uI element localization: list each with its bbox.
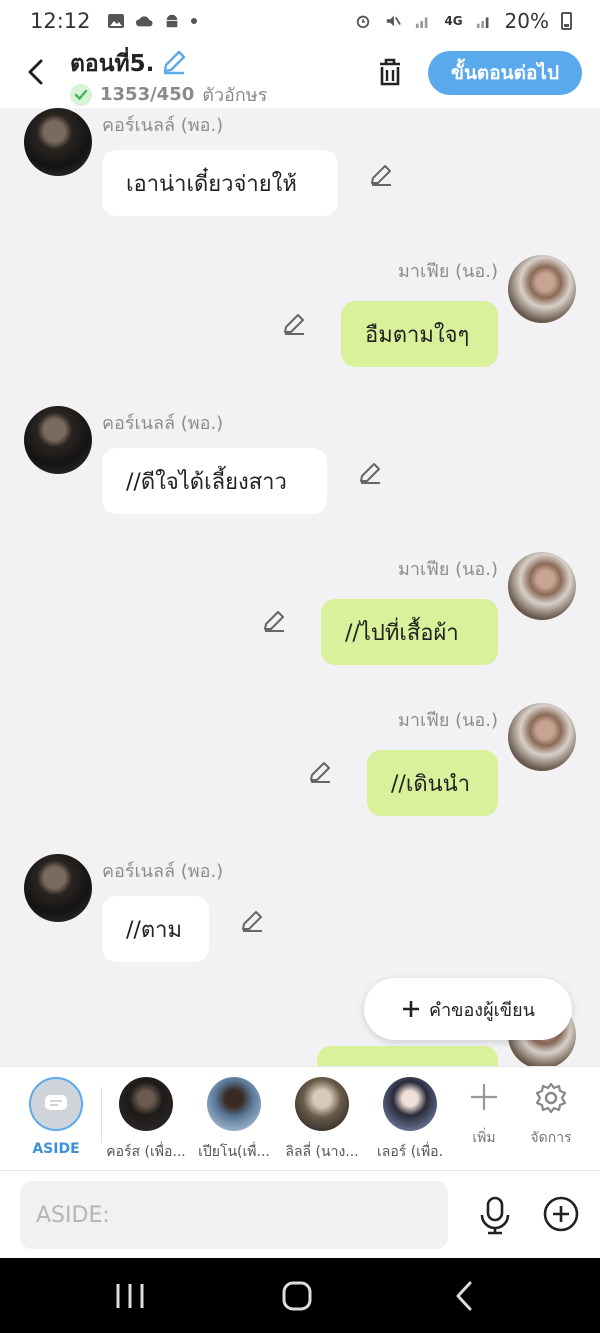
app-header: ตอนที่5. 1353/450 ตัวอักษร ขั้นตอนต่อไป bbox=[0, 42, 600, 108]
edit-message-pencil-icon[interactable] bbox=[239, 908, 265, 934]
signal-icon bbox=[416, 17, 428, 29]
home-icon[interactable] bbox=[277, 1278, 317, 1314]
sender-name: คอร์เนลล์ (พอ.) bbox=[102, 115, 224, 136]
battery-percent: 20% bbox=[504, 9, 549, 33]
sender-name: มาเฟีย (นอ.) bbox=[397, 261, 498, 282]
episode-title: ตอนที่5. bbox=[70, 51, 155, 77]
message-input-bar bbox=[0, 1170, 600, 1258]
character-item[interactable]: เลอร์ (เพื่อ. bbox=[367, 1077, 453, 1163]
system-nav-bar bbox=[0, 1258, 600, 1333]
sender-name: มาเฟีย (นอ.) bbox=[397, 710, 498, 731]
avatar bbox=[119, 1077, 173, 1131]
chat-area[interactable]: คอร์เนลล์ (พอ.) เอาน่าเดี๋ยวจ่ายให้ มาเฟ… bbox=[0, 108, 600, 1066]
check-icon bbox=[70, 83, 92, 106]
add-character-button[interactable]: เพิ่ม bbox=[454, 1081, 514, 1149]
edit-message-pencil-icon[interactable] bbox=[368, 162, 394, 188]
avatar[interactable] bbox=[24, 108, 92, 176]
author-note-label: คำของผู้เขียน bbox=[429, 999, 535, 1021]
alarm-icon bbox=[357, 15, 370, 29]
battery-icon bbox=[561, 12, 572, 30]
author-note-button[interactable]: คำของผู้เขียน bbox=[364, 978, 572, 1040]
message-bubble[interactable]: //ดีใจได้เลี้ยงสาว bbox=[102, 448, 327, 514]
message-bubble[interactable]: //ไปที่เสื้อผ้า bbox=[321, 599, 498, 665]
gallery-icon bbox=[107, 14, 124, 28]
avatar bbox=[295, 1077, 349, 1131]
recent-apps-icon[interactable] bbox=[110, 1278, 150, 1314]
plus-icon bbox=[403, 1001, 420, 1017]
character-item[interactable]: เปียโน(เพื่... bbox=[191, 1077, 277, 1163]
back-nav-icon[interactable] bbox=[445, 1278, 485, 1314]
edit-message-pencil-icon[interactable] bbox=[357, 460, 383, 486]
avatar bbox=[207, 1077, 261, 1131]
character-label: คอร์ส (เพื่อ... bbox=[106, 1144, 186, 1160]
android-icon bbox=[166, 14, 177, 28]
sender-name: คอร์เนลล์ (พอ.) bbox=[102, 413, 224, 434]
sender-name: มาเฟีย (นอ.) bbox=[397, 559, 498, 580]
character-item[interactable]: ลิลลี่ (นาง... bbox=[279, 1077, 365, 1163]
char-count-unit: ตัวอักษร bbox=[202, 85, 268, 106]
message-bubble[interactable]: //ตาม bbox=[102, 896, 209, 962]
mute-icon bbox=[387, 15, 402, 27]
microphone-icon[interactable] bbox=[476, 1195, 514, 1235]
character-label: ลิลลี่ (นาง... bbox=[285, 1144, 359, 1160]
message-bubble[interactable]: เอาน่าเดี๋ยวจ่ายให้ bbox=[102, 150, 338, 216]
message-input[interactable] bbox=[20, 1181, 448, 1249]
network-type: 4G bbox=[444, 14, 463, 28]
manage-label: จัดการ bbox=[530, 1130, 572, 1146]
char-count-value: 1353/450 bbox=[100, 84, 195, 105]
clock: 12:12 bbox=[30, 9, 91, 33]
avatar[interactable] bbox=[24, 406, 92, 474]
edit-message-pencil-icon[interactable] bbox=[261, 608, 287, 634]
cloud-icon bbox=[135, 16, 153, 27]
avatar[interactable] bbox=[508, 703, 576, 771]
manage-characters-button[interactable]: จัดการ bbox=[521, 1081, 581, 1149]
message-bubble[interactable]: //เดินนำ bbox=[367, 750, 498, 816]
message-bubble[interactable] bbox=[317, 1046, 498, 1066]
character-label: ASIDE bbox=[32, 1141, 80, 1157]
character-label: เลอร์ (เพื่อ. bbox=[376, 1144, 444, 1160]
status-bar: 12:12 4G 20% bbox=[0, 0, 600, 42]
avatar bbox=[383, 1077, 437, 1131]
signal-icon bbox=[476, 17, 488, 29]
notification-dot-icon bbox=[190, 18, 197, 24]
edit-message-pencil-icon[interactable] bbox=[307, 759, 333, 785]
divider bbox=[101, 1087, 102, 1143]
plus-icon bbox=[471, 1084, 497, 1110]
avatar[interactable] bbox=[508, 255, 576, 323]
edit-message-pencil-icon[interactable] bbox=[281, 311, 307, 337]
character-count: 1353/450 ตัวอักษร bbox=[70, 80, 267, 109]
sender-name: คอร์เนลล์ (พอ.) bbox=[102, 861, 224, 882]
character-item[interactable]: คอร์ส (เพื่อ... bbox=[103, 1077, 189, 1163]
add-circle-icon[interactable] bbox=[542, 1195, 580, 1233]
gear-icon bbox=[535, 1082, 567, 1114]
chevron-left-icon bbox=[28, 59, 43, 85]
character-label: เปียโน(เพื่... bbox=[198, 1144, 270, 1160]
aside-avatar bbox=[29, 1077, 83, 1131]
trash-icon[interactable] bbox=[372, 54, 408, 90]
character-selector-bar: ASIDE คอร์ส (เพื่อ... เปียโน(เพื่... ลิล… bbox=[0, 1066, 600, 1170]
back-button[interactable] bbox=[18, 54, 54, 90]
edit-title-pencil-icon[interactable] bbox=[160, 48, 188, 76]
message-bubble[interactable]: อืมตามใจๆ bbox=[341, 301, 498, 367]
avatar[interactable] bbox=[508, 552, 576, 620]
speech-bubble-icon bbox=[45, 1095, 67, 1110]
add-label: เพิ่ม bbox=[472, 1130, 496, 1146]
next-step-button[interactable]: ขั้นตอนต่อไป bbox=[428, 51, 582, 95]
avatar[interactable] bbox=[24, 854, 92, 922]
character-aside[interactable]: ASIDE bbox=[13, 1077, 99, 1157]
